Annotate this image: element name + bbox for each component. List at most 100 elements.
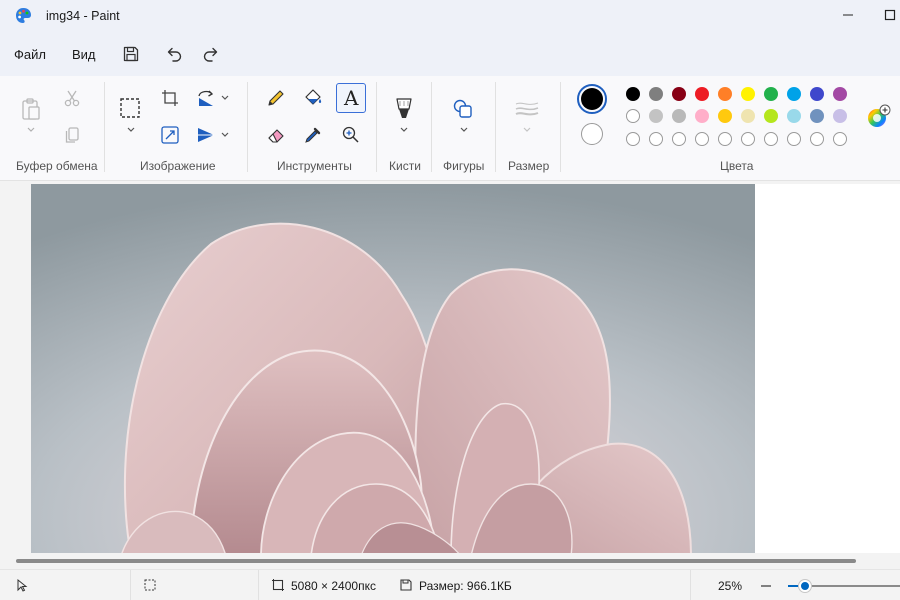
group-label-brushes: Кисти [389,159,421,173]
ribbon-separator [431,82,432,172]
color-swatch[interactable] [810,87,824,101]
empty-color-swatch[interactable] [718,132,732,146]
color-wheel-icon [868,104,891,127]
eraser-icon [268,129,284,143]
chevron-down-icon [523,127,531,132]
redo-button[interactable] [200,43,222,65]
rotate-dropdown[interactable] [219,93,231,103]
primary-color-button[interactable] [577,84,607,114]
magnifier-button[interactable] [340,124,362,146]
color-swatch[interactable] [764,109,778,123]
brush-icon [396,98,412,118]
resize-button[interactable] [159,124,181,146]
color-swatch[interactable] [787,87,801,101]
empty-color-swatch[interactable] [626,132,640,146]
shapes-dropdown[interactable] [457,124,471,136]
chevron-down-icon [127,127,135,132]
maximize-button[interactable] [878,4,900,26]
edit-colors-button[interactable] [865,104,891,130]
group-label-size: Размер [508,159,550,173]
empty-color-swatch[interactable] [764,132,778,146]
color-swatch[interactable] [833,109,847,123]
zoom-slider-thumb[interactable] [798,580,811,592]
canvas-image[interactable] [31,184,755,553]
color-swatch[interactable] [672,87,686,101]
color-swatch[interactable] [718,87,732,101]
crop-icon [162,90,178,106]
menu-file[interactable]: Файл [14,47,46,62]
eyedropper-icon [305,127,321,143]
size-button[interactable] [514,98,540,120]
shapes-button[interactable] [452,98,474,120]
empty-color-swatch[interactable] [672,132,686,146]
color-swatch[interactable] [672,109,686,123]
color-swatch[interactable] [787,109,801,123]
save-button[interactable] [120,43,142,65]
cut-button[interactable] [61,87,83,109]
menu-view[interactable]: Вид [72,47,96,62]
undo-button[interactable] [163,43,185,65]
select-dropdown[interactable] [124,124,138,136]
empty-color-swatch[interactable] [741,132,755,146]
status-separator [258,570,259,600]
color-swatch[interactable] [741,109,755,123]
color-swatch[interactable] [764,87,778,101]
minimize-icon [843,14,853,16]
crop-button[interactable] [159,87,181,109]
brushes-dropdown[interactable] [397,124,411,136]
color-swatch[interactable] [649,109,663,123]
empty-color-swatch[interactable] [649,132,663,146]
group-label-clipboard: Буфер обмена [16,159,98,173]
maximize-icon [884,9,896,21]
flip-dropdown[interactable] [219,130,231,140]
line-size-icon [515,102,539,116]
size-dropdown[interactable] [520,124,534,136]
color-swatch[interactable] [695,109,709,123]
cursor-icon [17,578,28,592]
title-bar: img34 - Paint [0,0,900,32]
paste-button[interactable] [20,96,42,122]
minimize-button[interactable] [836,4,860,26]
eraser-button[interactable] [265,124,287,146]
flip-button[interactable] [195,124,217,146]
save-icon [123,46,139,62]
secondary-color-button[interactable] [581,123,603,145]
undo-icon [167,47,182,62]
fill-button[interactable] [302,87,324,109]
rotate-icon [198,90,214,106]
scrollbar-thumb[interactable] [16,559,856,563]
zoom-out-button[interactable] [758,579,774,593]
horizontal-scrollbar[interactable] [0,553,900,569]
empty-color-swatch[interactable] [810,132,824,146]
color-swatch[interactable] [649,87,663,101]
minus-icon [761,585,771,587]
empty-color-swatch[interactable] [787,132,801,146]
color-swatch[interactable] [718,109,732,123]
color-picker-button[interactable] [302,124,324,146]
scissors-icon [64,90,80,107]
chevron-down-icon [400,127,408,132]
color-swatch[interactable] [833,87,847,101]
color-swatch[interactable] [741,87,755,101]
image-size-icon [272,579,284,591]
ribbon-separator [104,82,105,172]
color-swatch[interactable] [626,87,640,101]
copy-button[interactable] [61,124,83,146]
color-swatch[interactable] [695,87,709,101]
group-label-colors: Цвета [720,159,754,173]
text-button[interactable]: A [336,83,366,113]
color-swatch[interactable] [810,109,824,123]
empty-color-swatch[interactable] [695,132,709,146]
status-bar: 5080 × 2400пкс Размер: 966.1КБ 25% [0,569,900,600]
brushes-button[interactable] [393,96,415,122]
color-swatch[interactable] [626,109,640,123]
ribbon-separator [560,82,561,172]
rotate-button[interactable] [195,87,217,109]
select-button[interactable] [119,97,141,119]
paste-dropdown[interactable] [24,124,38,136]
empty-color-swatch[interactable] [833,132,847,146]
pencil-button[interactable] [265,87,287,109]
chevron-down-icon [27,127,35,132]
zoom-level-text[interactable]: 25% [718,579,742,593]
canvas-area[interactable] [0,181,900,553]
